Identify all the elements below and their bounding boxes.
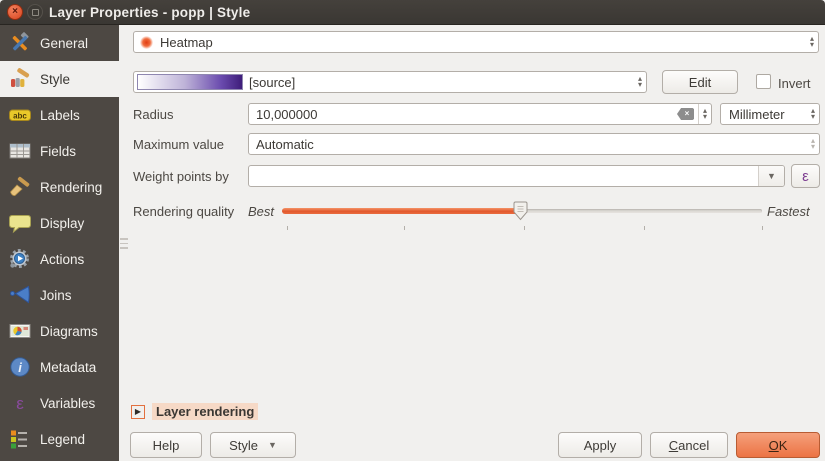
weight-points-label: Weight points by: [133, 169, 229, 184]
layer-rendering-group[interactable]: ▶ Layer rendering: [131, 403, 258, 420]
expression-epsilon-icon: ε: [802, 169, 809, 184]
gear-play-icon: [8, 248, 31, 271]
sidebar-item-joins[interactable]: Joins: [0, 277, 119, 313]
color-ramp-spinner[interactable]: ▴▾: [634, 72, 646, 92]
layer-properties-dialog: × Layer Properties - popp | Style Genera…: [0, 0, 825, 461]
ok-button[interactable]: OK: [736, 432, 820, 458]
sidebar-item-fields[interactable]: Fields: [0, 133, 119, 169]
color-ramp-select[interactable]: [source] ▴▾: [133, 71, 647, 93]
restore-icon[interactable]: [27, 4, 43, 20]
slider-fill: [282, 208, 520, 214]
properties-sidebar: General Style abc: [0, 25, 119, 461]
epsilon-icon: ε: [8, 392, 31, 415]
radius-label: Radius: [133, 107, 173, 122]
renderer-spinner[interactable]: ▴▾: [806, 32, 818, 52]
sidebar-item-diagrams[interactable]: Diagrams: [0, 313, 119, 349]
sidebar-item-label: Actions: [40, 252, 84, 267]
sidebar-item-labels[interactable]: abc Labels: [0, 97, 119, 133]
sidebar-item-label: Fields: [40, 144, 76, 159]
heatmap-icon: [140, 36, 153, 49]
chevron-down-icon: ▼: [268, 440, 277, 450]
edit-ramp-button[interactable]: Edit: [662, 70, 738, 94]
sidebar-item-label: General: [40, 36, 88, 51]
sidebar-item-label: Labels: [40, 108, 80, 123]
sidebar-item-label: Metadata: [40, 360, 96, 375]
sidebar-item-style[interactable]: Style: [0, 61, 119, 97]
title-bar: × Layer Properties - popp | Style: [0, 0, 825, 25]
svg-text:ε: ε: [16, 394, 24, 413]
sidebar-item-metadata[interactable]: i Metadata: [0, 349, 119, 385]
sidebar-item-label: Rendering: [40, 180, 102, 195]
help-button[interactable]: Help: [130, 432, 202, 458]
sidebar-item-label: Variables: [40, 396, 95, 411]
expand-triangle-icon[interactable]: ▶: [131, 405, 145, 419]
table-icon: [8, 140, 31, 163]
radius-spinner[interactable]: ▴▾: [698, 104, 711, 124]
style-panel: Heatmap ▴▾ [source] ▴▾ Edit Invert Radiu…: [119, 25, 825, 461]
sidebar-item-label: Diagrams: [40, 324, 98, 339]
expression-builder-button[interactable]: ε: [791, 164, 820, 188]
slider-handle[interactable]: [513, 201, 528, 221]
slider-ticks: [282, 226, 762, 231]
tools-icon: [8, 32, 31, 55]
sidebar-item-legend[interactable]: Legend: [0, 421, 119, 457]
quality-fastest-label: Fastest: [767, 204, 810, 219]
layer-rendering-label: Layer rendering: [152, 403, 258, 420]
maximum-value-input[interactable]: Automatic ▴▾: [248, 133, 820, 155]
color-ramp-value: [source]: [249, 75, 295, 90]
info-icon: i: [8, 356, 31, 379]
svg-text:abc: abc: [13, 112, 27, 121]
maximum-value-text: Automatic: [249, 137, 807, 152]
speech-bubble-icon: [8, 212, 31, 235]
renderer-select[interactable]: Heatmap ▴▾: [133, 31, 819, 53]
rendering-quality-slider[interactable]: [282, 200, 762, 222]
sidebar-item-label: Legend: [40, 432, 85, 447]
clear-field-icon[interactable]: ×: [677, 108, 694, 120]
rendering-quality-label: Rendering quality: [133, 204, 234, 219]
sidebar-item-rendering[interactable]: Rendering: [0, 169, 119, 205]
renderer-value: Heatmap: [160, 35, 213, 50]
apply-button[interactable]: Apply: [558, 432, 642, 458]
invert-checkbox[interactable]: [756, 74, 771, 89]
unit-spinner[interactable]: ▴▾: [807, 104, 819, 124]
sidebar-item-label: Display: [40, 216, 84, 231]
radius-unit-select[interactable]: Millimeter ▴▾: [720, 103, 820, 125]
sidebar-item-display[interactable]: Display: [0, 205, 119, 241]
chevron-down-icon[interactable]: ▼: [758, 166, 784, 186]
sidebar-item-general[interactable]: General: [0, 25, 119, 61]
color-ramp-swatch: [137, 74, 243, 90]
paintbrush-icon: [8, 68, 31, 91]
abc-label-icon: abc: [8, 104, 31, 127]
weight-points-select[interactable]: ▼: [248, 165, 785, 187]
cancel-button[interactable]: Cancel: [650, 432, 728, 458]
radius-unit-value: Millimeter: [721, 107, 807, 122]
join-arrow-icon: [8, 284, 31, 307]
sidebar-item-label: Joins: [40, 288, 72, 303]
close-icon[interactable]: ×: [7, 4, 23, 20]
window-title: Layer Properties - popp | Style: [49, 5, 250, 20]
pie-chart-icon: [8, 320, 31, 343]
legend-list-icon: [8, 428, 31, 451]
style-menu-button[interactable]: Style ▼: [210, 432, 296, 458]
maximum-value-spinner[interactable]: ▴▾: [807, 134, 819, 154]
sidebar-item-variables[interactable]: ε Variables: [0, 385, 119, 421]
maximum-value-label: Maximum value: [133, 137, 224, 152]
radius-value: 10,000000: [249, 107, 677, 122]
radius-input[interactable]: 10,000000 × ▴▾: [248, 103, 712, 125]
splitter-grip[interactable]: [120, 238, 128, 249]
invert-label: Invert: [778, 76, 811, 91]
svg-text:i: i: [18, 360, 22, 375]
quality-best-label: Best: [248, 204, 274, 219]
brush-icon: [8, 176, 31, 199]
sidebar-item-label: Style: [40, 72, 70, 87]
sidebar-item-actions[interactable]: Actions: [0, 241, 119, 277]
